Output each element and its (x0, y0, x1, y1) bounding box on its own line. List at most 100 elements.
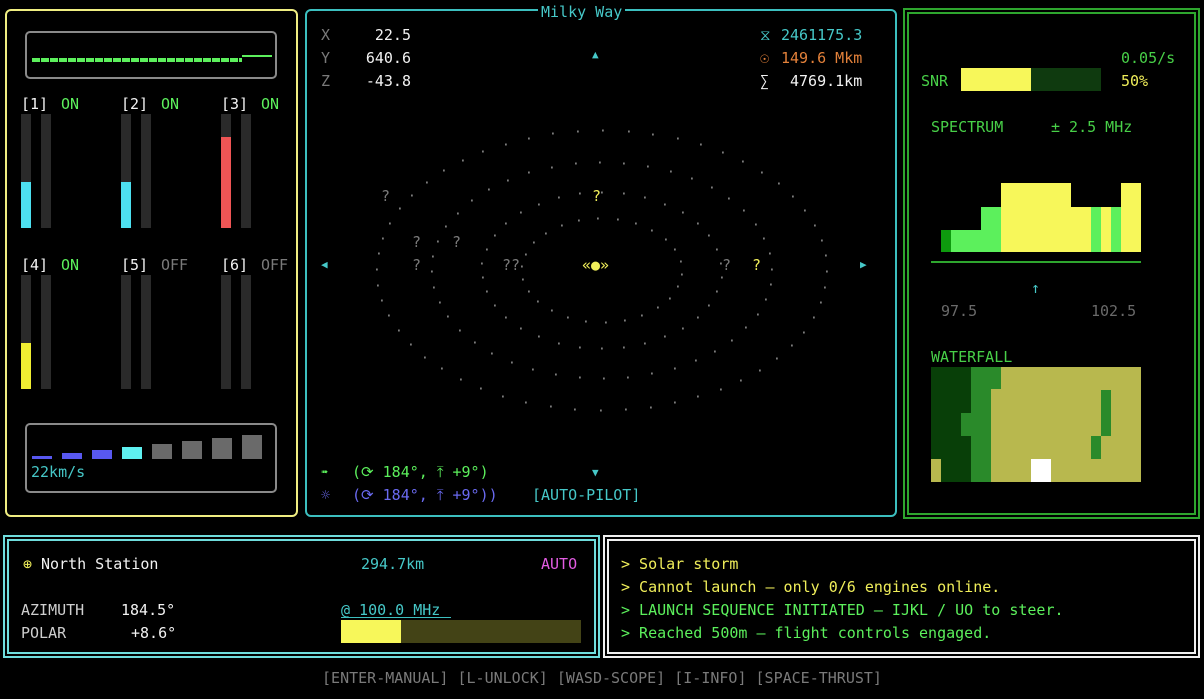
hourglass-icon: ⧖ (760, 26, 771, 44)
engine-bar-fill (21, 182, 31, 228)
star-dot: · (576, 371, 584, 386)
star-dot: · (647, 401, 655, 416)
spectrum-bin (1111, 207, 1121, 252)
star-dot: · (535, 198, 543, 213)
star-dot: · (760, 232, 768, 247)
unknown-object-icon: ? (412, 256, 422, 274)
star-dot: · (717, 383, 725, 398)
star-dot: · (491, 299, 499, 314)
star-dot: · (817, 296, 825, 311)
total-distance: 4769.1km (790, 72, 863, 90)
star-dot: · (385, 309, 393, 324)
engine-bar (121, 114, 131, 228)
engine-bar-fill (121, 182, 131, 228)
star-dot: · (478, 257, 486, 272)
engine-status[interactable]: OFF (261, 256, 288, 274)
target-reticle: «●» (582, 256, 610, 274)
star-dot: · (444, 310, 452, 325)
star-dot: · (713, 243, 721, 258)
star-dot: · (548, 161, 556, 176)
spectrum-label: SPECTRUM (931, 118, 1004, 136)
engine-status[interactable]: ON (261, 95, 279, 113)
station-icon: ⊕ (23, 555, 33, 573)
star-dot: · (694, 390, 702, 405)
star-dot: · (428, 265, 436, 280)
star-dot: · (373, 263, 381, 278)
star-dot: · (552, 368, 560, 383)
engine-bar (21, 114, 31, 228)
star-dot: · (600, 372, 608, 387)
waterfall-cell (1031, 459, 1051, 482)
scope-down-arrow-icon[interactable]: ▼ (592, 464, 599, 482)
star-dot: · (789, 190, 797, 205)
star-dot: · (457, 373, 465, 388)
star-dot: · (599, 124, 607, 139)
spectrum-bin (941, 230, 951, 252)
speed-step (182, 441, 202, 459)
star-dot: · (624, 371, 632, 386)
engine-status[interactable]: OFF (161, 256, 188, 274)
star-dot: · (758, 166, 766, 181)
freq-low: 97.5 (941, 302, 978, 320)
star-dot: · (620, 157, 628, 172)
star-dot: · (739, 155, 747, 170)
frequency-marker-icon: ↑ (1031, 279, 1041, 297)
engine-status[interactable]: ON (61, 256, 79, 274)
star-dot: · (572, 157, 580, 172)
star-dot: · (708, 181, 716, 196)
engine-id: [3] (221, 95, 249, 113)
star-dot: · (396, 202, 404, 217)
star-dot: · (535, 330, 543, 345)
speed-step (62, 453, 82, 459)
star-dot: · (596, 156, 604, 171)
station-mode[interactable]: AUTO (541, 555, 577, 573)
sun-icon: ☉ (760, 49, 770, 67)
waterfall-cell (931, 367, 941, 459)
star-dot: · (525, 166, 533, 181)
star-dot: · (534, 295, 542, 310)
engine-id: [2] (121, 95, 149, 113)
star-dot: · (582, 315, 590, 330)
engine-status[interactable]: ON (61, 95, 79, 113)
star-dot: · (440, 164, 448, 179)
star-dot: · (667, 165, 675, 180)
star-dot: · (408, 189, 416, 204)
star-dot: · (705, 229, 713, 244)
scan-rate: 0.05/s (1121, 49, 1176, 67)
speed-step (242, 435, 262, 459)
engine-bar (41, 275, 51, 389)
star-dot: · (375, 247, 383, 262)
waterfall-cell (1091, 436, 1101, 459)
unknown-object-icon: ? (752, 256, 762, 274)
spectrum-bin (1001, 183, 1071, 252)
star-dot: · (767, 278, 775, 293)
scope-right-arrow-icon[interactable]: ▶ (860, 256, 867, 274)
star-dot: · (483, 243, 491, 258)
engine-bar (221, 275, 231, 389)
thrust-gauge (25, 31, 277, 79)
star-dot: · (525, 132, 533, 147)
star-dot: · (773, 352, 781, 367)
spectrum-bin (1121, 183, 1141, 252)
speed-label: 22km/s (31, 463, 86, 481)
star-dot: · (395, 324, 403, 339)
star-dot: · (502, 217, 510, 232)
star-dot: · (632, 217, 640, 232)
star-dot: · (821, 281, 829, 296)
polar-label: POLAR (21, 624, 67, 642)
engine-bar (141, 114, 151, 228)
scope-up-arrow-icon[interactable]: ▲ (592, 46, 599, 64)
scope-left-arrow-icon[interactable]: ◀ (321, 256, 328, 274)
speed-step (212, 438, 232, 459)
engine-bar (241, 114, 251, 228)
unknown-object-icon: ? (452, 233, 462, 251)
scope-title: Milky Way (538, 3, 626, 21)
star-dot: · (549, 127, 557, 142)
star-dot: · (491, 229, 499, 244)
star-dot: · (547, 400, 555, 415)
star-dot: · (614, 213, 622, 228)
engine-id: [4] (21, 256, 49, 274)
star-dot: · (679, 206, 687, 221)
engine-status[interactable]: ON (161, 95, 179, 113)
autopilot-tag[interactable]: [AUTO-PILOT] (532, 486, 640, 504)
